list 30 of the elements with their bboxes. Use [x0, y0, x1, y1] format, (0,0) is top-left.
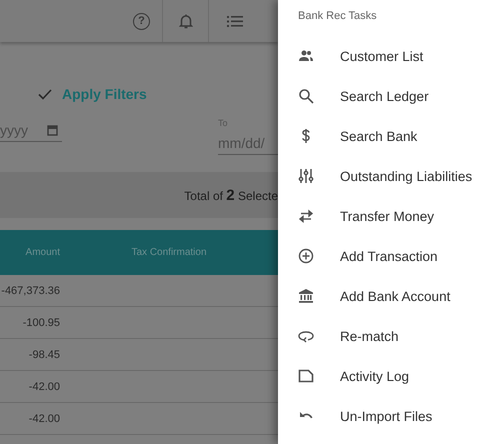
amount-cell-text: -42.00	[28, 412, 60, 424]
amount-cell-text: -42.00	[28, 380, 60, 392]
plus-circle-icon	[298, 248, 314, 264]
calendar-icon	[47, 124, 58, 136]
task-menu-item[interactable]: Search Bank	[298, 116, 487, 156]
amount-cell-text: -100.95	[22, 316, 60, 328]
amount-cell-text: -98.45	[28, 348, 60, 360]
task-menu-item[interactable]: Add Bank Account	[298, 276, 487, 316]
bell-icon[interactable]	[178, 13, 192, 29]
task-menu-item[interactable]: Activity Log	[298, 356, 487, 396]
task-menu-item[interactable]: Re-match	[298, 316, 487, 356]
swap-arrows-icon	[298, 208, 314, 224]
task-menu-item[interactable]: Un-Import Files	[298, 396, 487, 436]
column-header: Amount	[24, 247, 60, 258]
check-icon	[38, 88, 52, 100]
task-menu-item[interactable]: Outstanding Liabilities	[298, 156, 487, 196]
search-icon	[298, 88, 314, 104]
bank-icon	[298, 288, 314, 304]
selected-total-text: Total of 2 Selecte	[184, 186, 278, 204]
document-icon	[298, 368, 314, 384]
amount-cell: -467,373.36	[0, 284, 60, 296]
task-menu-item[interactable]: Customer List	[298, 36, 487, 76]
task-menu-item[interactable]: Search Ledger	[298, 76, 487, 116]
list-icon[interactable]	[227, 14, 243, 28]
sliders-icon	[298, 168, 314, 184]
task-menu-item[interactable]: Transfer Money	[298, 196, 487, 236]
drawer-title: Bank Rec Tasks	[298, 10, 377, 24]
column-header: Tax Confirmation	[130, 247, 208, 258]
people-icon	[298, 48, 314, 64]
task-menu-item[interactable]: Add Transaction	[298, 236, 487, 276]
